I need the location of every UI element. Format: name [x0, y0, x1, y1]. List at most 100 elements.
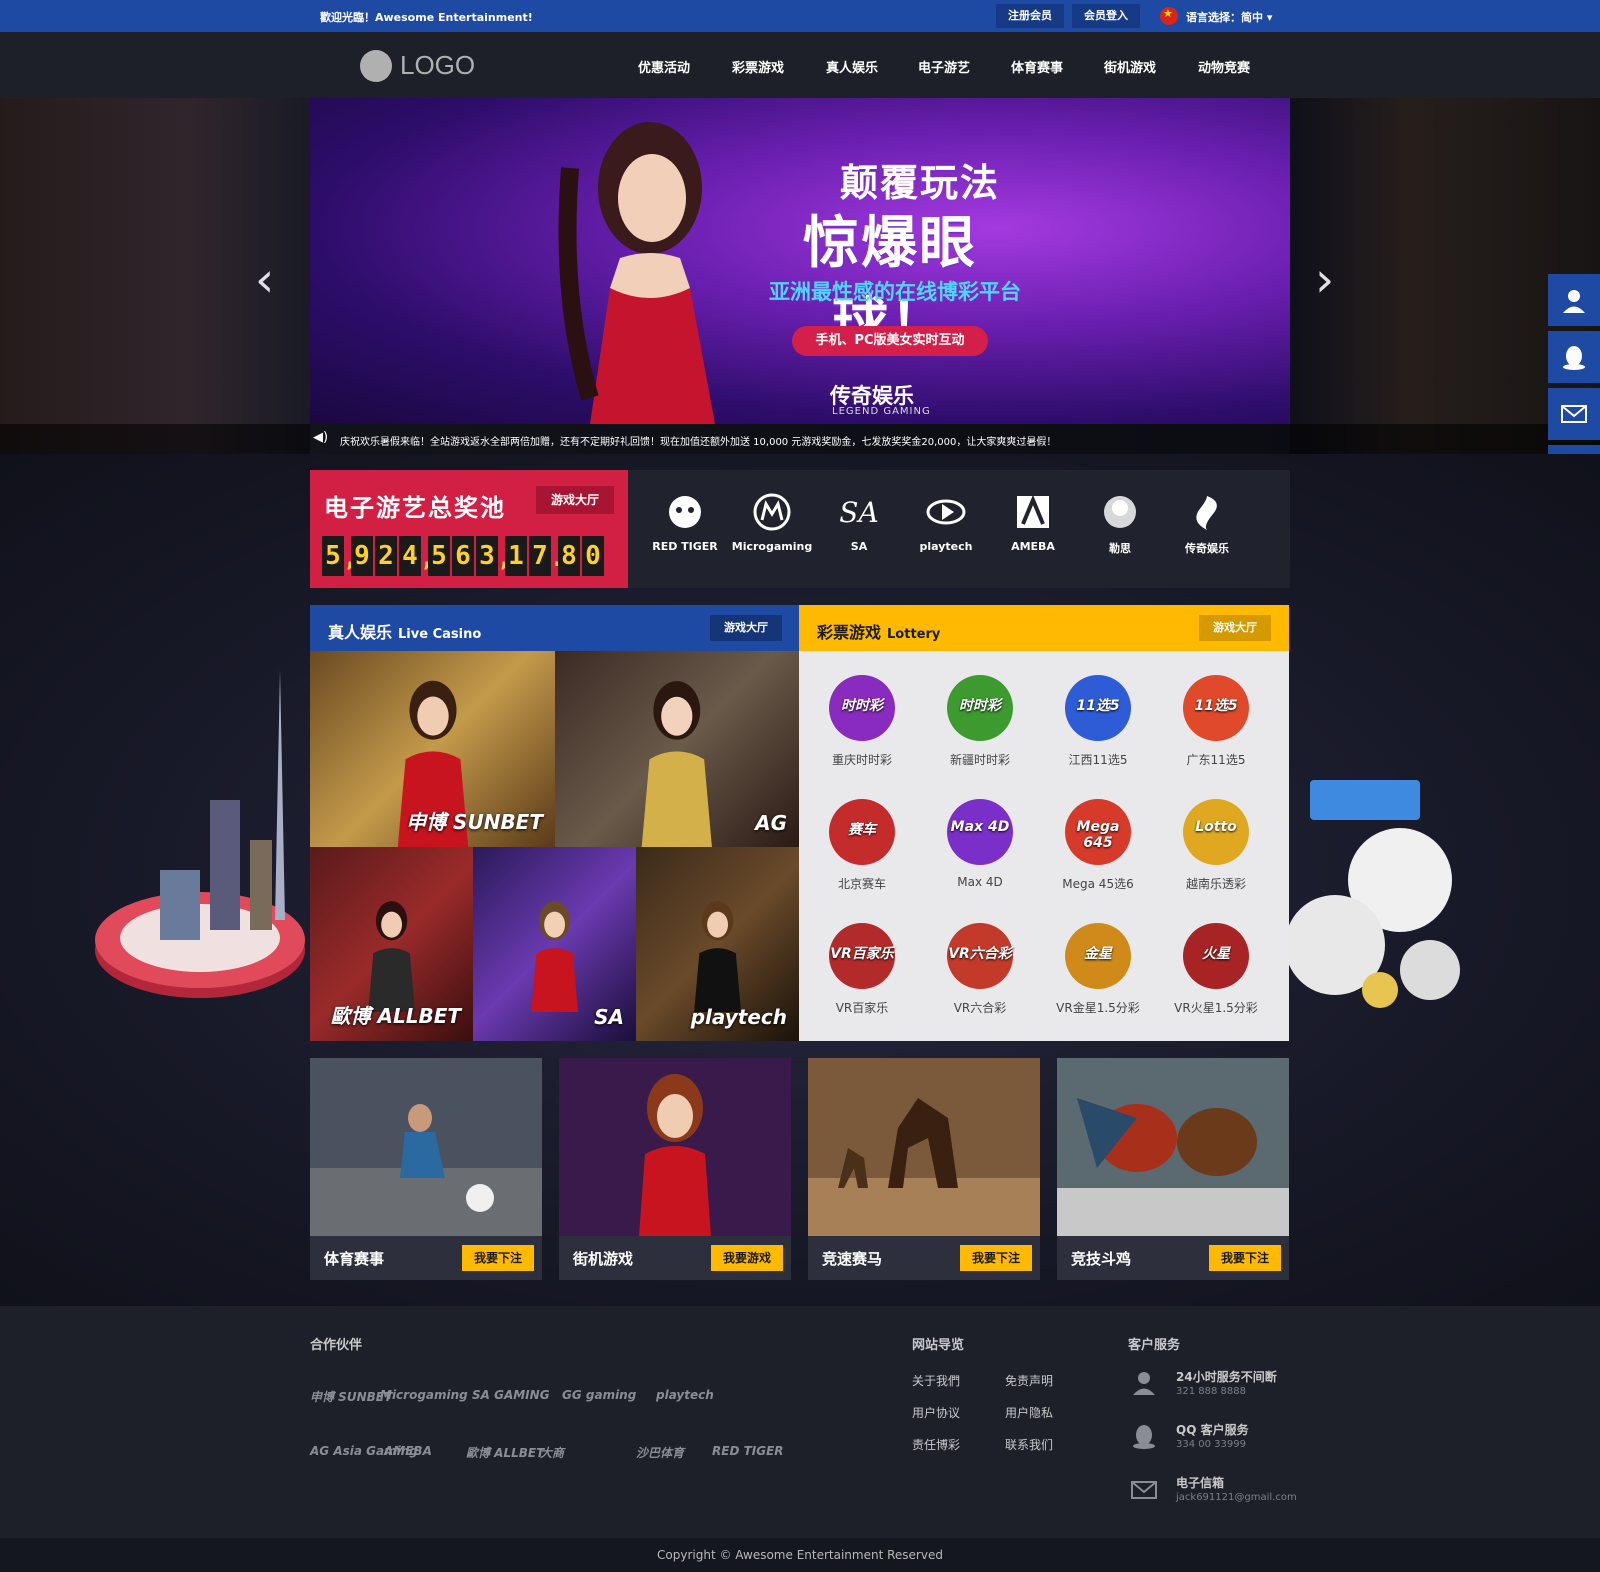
logo-icon[interactable] [360, 50, 392, 82]
red-tiger-icon [669, 496, 701, 528]
lottery-item[interactable]: VR六合彩 VR六合彩 [925, 913, 1035, 1023]
partner-logo: GG gaming [562, 1388, 637, 1402]
service-email-address[interactable]: jack691121@gmail.com [1176, 1492, 1297, 1503]
lottery-item[interactable]: 11选5 江西11选5 [1043, 665, 1153, 775]
footer-link-about[interactable]: 关于我們 [912, 1372, 960, 1389]
service-qq-number[interactable]: 334 00 33999 [1176, 1439, 1246, 1450]
ameba-icon [1017, 494, 1049, 528]
provider-6[interactable]: 传奇娱乐 [1162, 492, 1252, 562]
footer-link-terms[interactable]: 用户协议 [912, 1404, 960, 1421]
lottery-item[interactable]: 火星 VR火星1.5分彩 [1161, 913, 1271, 1023]
logo-text[interactable]: LOGO [400, 50, 475, 81]
qq-float-button[interactable] [1548, 331, 1600, 383]
jackpot-lobby-button[interactable]: 游戏大厅 [536, 486, 614, 514]
card-cockfighting[interactable]: 竞技斗鸡 我要下注 [1057, 1058, 1289, 1280]
provider-name: SA [850, 540, 868, 553]
provider-5[interactable]: 勒思 [1075, 492, 1165, 562]
lottery-game-icon: 赛车 [829, 799, 895, 865]
nav-lottery[interactable]: 彩票游戏 [732, 57, 784, 76]
lottery-name: 新疆时时彩 [949, 753, 1010, 767]
jackpot-digit: 9 [351, 536, 373, 576]
provider-name: Microgaming [731, 540, 813, 553]
ticker-text: 庆祝欢乐暑假来临！全站游戏返水全部两倍加赠，还有不定期好礼回馈！现在加值还额外加… [340, 437, 1057, 448]
copyright: Copyright © Awesome Entertainment Reserv… [0, 1538, 1600, 1572]
banner-pill: 手机、PC版美女实时互动 [792, 326, 988, 356]
login-button[interactable]: 会员登入 [1072, 4, 1140, 28]
nav-animal-racing[interactable]: 动物竞赛 [1198, 57, 1250, 76]
lottery-game-icon: 时时彩 [829, 675, 895, 741]
live-tile-label: SA [594, 1005, 624, 1029]
live-casino-lobby-button[interactable]: 游戏大厅 [710, 615, 782, 641]
provider-2[interactable]: SA SA [814, 492, 904, 562]
lottery-item[interactable]: 金星 VR金星1.5分彩 [1043, 913, 1153, 1023]
play-button[interactable]: 我要游戏 [711, 1245, 783, 1271]
jackpot-digit: 6 [452, 536, 474, 576]
lottery-item[interactable]: Lotto 越南乐透彩 [1161, 789, 1271, 899]
language-selector[interactable]: 语言选择：简中 ▾ [1186, 9, 1272, 25]
lottery-name: 越南乐透彩 [1185, 877, 1246, 891]
lottery-icon-text: 时时彩 [841, 698, 883, 714]
live-tile-ag[interactable]: AG [555, 651, 799, 847]
lottery-icon-text: Mega 645 [1076, 819, 1120, 851]
card-arcade[interactable]: 街机游戏 我要游戏 [559, 1058, 791, 1280]
lottery-item[interactable]: 11选5 广东11选5 [1161, 665, 1271, 775]
jackpot-digit: 7 [529, 536, 551, 576]
customer-service-float-button[interactable] [1548, 274, 1600, 326]
partner-logo: playtech [656, 1388, 714, 1402]
sa-gaming-icon: SA [839, 496, 878, 529]
live-dealer-image [531, 901, 578, 1013]
casino-city-decoration [95, 670, 305, 998]
lottery-lobby-button[interactable]: 游戏大厅 [1199, 615, 1271, 641]
lottery-item[interactable]: 赛车 北京赛车 [807, 789, 917, 899]
nav-sports[interactable]: 体育赛事 [1011, 57, 1063, 76]
nav-promotions[interactable]: 优惠活动 [638, 57, 690, 76]
sports-image [310, 1058, 542, 1236]
footer-link-privacy[interactable]: 用户隐私 [1005, 1404, 1053, 1421]
lottery-grid: 时时彩 重庆时时彩 时时彩 新疆时时彩 11选5 江西11选5 11选5 广东11选5 赛车 北京… [799, 651, 1289, 1041]
live-tile-label: AG [755, 811, 787, 835]
bet-button[interactable]: 我要下注 [960, 1245, 1032, 1271]
partner-logo: 大商 [540, 1446, 565, 1460]
chevron-left-icon[interactable]: ‹ [255, 252, 274, 308]
card-sports[interactable]: 体育赛事 我要下注 [310, 1058, 542, 1280]
bet-button[interactable]: 我要下注 [462, 1245, 534, 1271]
lottery-title-en: Lottery [887, 627, 941, 642]
lottery-icon-text: VR百家乐 [830, 946, 894, 962]
service-phone[interactable]: 321 888 8888 [1176, 1386, 1246, 1397]
lottery-item[interactable]: 时时彩 重庆时时彩 [807, 665, 917, 775]
footer-link-contact[interactable]: 联系我们 [1005, 1436, 1053, 1453]
live-tile-sa[interactable]: SA [473, 847, 636, 1041]
lottery-item[interactable]: VR百家乐 VR百家乐 [807, 913, 917, 1023]
bet-button[interactable]: 我要下注 [1209, 1245, 1281, 1271]
lottery-title-cn: 彩票游戏 [817, 623, 882, 642]
partner-logo: AMEBA [384, 1444, 432, 1458]
email-float-button[interactable] [1548, 388, 1600, 440]
footer-link-responsible[interactable]: 责任博彩 [912, 1436, 960, 1453]
provider-3[interactable]: playtech [901, 492, 991, 562]
provider-1[interactable]: Microgaming [727, 492, 817, 562]
cockfighting-image [1057, 1058, 1289, 1236]
lottery-item[interactable]: Max 4D Max 4D [925, 789, 1035, 899]
lottery-header: 彩票游戏 Lottery 游戏大厅 [799, 605, 1289, 651]
provider-4[interactable]: AMEBA [988, 492, 1078, 562]
card-horse-racing[interactable]: 竞速赛马 我要下注 [808, 1058, 1040, 1280]
lottery-item[interactable]: 时时彩 新疆时时彩 [925, 665, 1035, 775]
provider-name: playtech [919, 540, 973, 553]
nav-live-casino[interactable]: 真人娱乐 [826, 57, 878, 76]
footer-link-disclaimer[interactable]: 免责声明 [1005, 1372, 1053, 1389]
live-tile-playtech[interactable]: playtech [636, 847, 799, 1041]
card-title: 竞速赛马 [822, 1250, 883, 1268]
provider-0[interactable]: RED TIGER [640, 492, 730, 562]
chevron-right-icon[interactable]: › [1315, 252, 1334, 308]
nav-slots[interactable]: 电子游艺 [918, 57, 970, 76]
lottery-item[interactable]: Mega 645 Mega 45选6 [1043, 789, 1153, 899]
live-tile-allbet[interactable]: 歐博 ALLBET [310, 847, 473, 1041]
register-button[interactable]: 注册会员 [996, 4, 1064, 28]
banner-slide[interactable]: 颠覆玩法 惊爆眼球！ 亚洲最性感的在线博彩平台 手机、PC版美女实时互动 传奇娱… [310, 98, 1290, 424]
provider-name: RED TIGER [652, 540, 718, 553]
card-title: 竞技斗鸡 [1071, 1250, 1132, 1268]
live-tile-sunbet[interactable]: 申博 SUNBET [310, 651, 555, 847]
lottery-game-icon: 金星 [1065, 923, 1131, 989]
china-flag-icon [1160, 7, 1178, 25]
nav-arcade[interactable]: 街机游戏 [1104, 57, 1156, 76]
